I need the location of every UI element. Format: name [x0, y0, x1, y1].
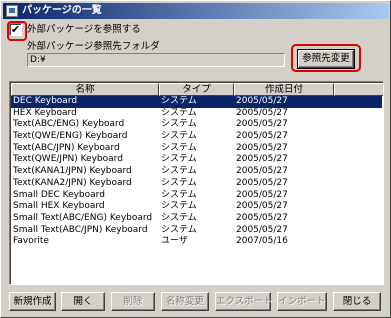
delete-button[interactable]: 削除 — [111, 292, 155, 311]
column-header-date[interactable]: 作成日付 — [234, 83, 334, 96]
list-item[interactable]: Text(KANA1/JPN) Keyboard システム 2005/05/27 — [11, 166, 382, 178]
package-name: Text(QWE/ENG) Keyboard — [13, 131, 128, 142]
highlight-frame-button — [291, 44, 361, 72]
list-rows: DEC Keyboard システム 2005/05/27 HEX Keyboard シス… — [11, 96, 382, 248]
title-bar[interactable]: パッケージの一覧 — [3, 3, 389, 19]
column-header-type[interactable]: タイプ — [159, 83, 234, 96]
window-icon — [6, 5, 18, 17]
list-header: 名称 タイプ 作成日付 — [11, 83, 383, 96]
package-list-dialog: パッケージの一覧 ✔ 外部パッケージを参照する 外部パッケージ参照先フォルダ D… — [0, 0, 391, 318]
list-item[interactable]: Text(QWE/JPN) Keyboard システム 2005/05/27 — [11, 154, 382, 166]
package-date: 2007/05/16 — [236, 236, 288, 247]
list-item[interactable]: Favorite ユーザ 2007/05/16 — [11, 236, 382, 248]
package-name: Small DEC Keyboard — [13, 189, 105, 200]
package-name: Text(KANA1/JPN) Keyboard — [13, 166, 132, 177]
package-type: システム — [161, 96, 197, 106]
package-type: システム — [161, 189, 197, 200]
import-button[interactable]: インポート — [277, 292, 327, 311]
package-name: Text(QWE/JPN) Keyboard — [13, 154, 123, 165]
window-title: パッケージの一覧 — [22, 5, 102, 16]
package-list[interactable]: 名称 タイプ 作成日付 DEC Keyboard システム 2005/05/27 HE… — [9, 81, 384, 285]
highlight-frame-checkbox — [7, 21, 27, 41]
package-date: 2005/05/27 — [236, 224, 288, 235]
package-date: 2005/05/27 — [236, 166, 288, 177]
list-item[interactable]: Text(QWE/ENG) Keyboard システム 2005/05/27 — [11, 131, 382, 143]
list-item[interactable]: Text(KANA2/JPN) Keyboard システム 2005/05/27 — [11, 178, 382, 190]
package-type: システム — [161, 142, 197, 153]
package-name: HEX Keyboard — [13, 107, 77, 118]
package-type: システム — [161, 107, 197, 118]
package-type: システム — [161, 177, 197, 188]
package-type: システム — [161, 201, 197, 212]
package-name: Text(ABC/JPN) Keyboard — [13, 142, 120, 153]
export-button[interactable]: エクスポート — [215, 292, 273, 311]
folder-label: 外部パッケージ参照先フォルダ — [27, 41, 160, 52]
package-type: システム — [161, 154, 197, 165]
package-type: システム — [161, 131, 197, 142]
list-item[interactable]: HEX Keyboard システム 2005/05/27 — [11, 108, 382, 120]
package-date: 2005/05/27 — [236, 154, 288, 165]
package-date: 2005/05/27 — [236, 189, 288, 200]
new-button[interactable]: 新規作成 — [9, 292, 56, 311]
package-type: システム — [161, 166, 197, 177]
column-header-filler — [334, 83, 383, 96]
column-header-name[interactable]: 名称 — [11, 83, 159, 96]
package-date: 2005/05/27 — [236, 212, 288, 223]
list-item[interactable]: Small Text(ABC/JPN) Keyboard システム 2005/05/… — [11, 225, 382, 237]
package-type: ユーザ — [161, 236, 188, 247]
list-item[interactable]: DEC Keyboard システム 2005/05/27 — [11, 96, 382, 108]
external-package-checkbox-label[interactable]: 外部パッケージを参照する — [27, 23, 141, 37]
list-item[interactable]: Small HEX Keyboard システム 2005/05/27 — [11, 201, 382, 213]
package-date: 2005/05/27 — [236, 177, 288, 188]
package-type: システム — [161, 119, 197, 130]
package-name: Favorite — [13, 236, 49, 247]
package-name: Small HEX Keyboard — [13, 201, 105, 212]
package-date: 2005/05/27 — [236, 142, 288, 153]
list-item[interactable]: Text(ABC/JPN) Keyboard システム 2005/05/27 — [11, 143, 382, 155]
list-item[interactable]: Small Text(ABC/ENG) Keyboard システム 2005/05/… — [11, 213, 382, 225]
package-type: システム — [161, 224, 197, 235]
package-type: システム — [161, 212, 197, 223]
package-name: DEC Keyboard — [13, 96, 78, 106]
package-name: Text(ABC/ENG) Keyboard — [13, 119, 125, 130]
close-button[interactable]: 閉じる — [333, 292, 381, 311]
package-date: 2005/05/27 — [236, 201, 288, 212]
package-date: 2005/05/27 — [236, 107, 288, 118]
package-name: Small Text(ABC/ENG) Keyboard — [13, 212, 153, 223]
package-name: Text(KANA2/JPN) Keyboard — [13, 177, 132, 188]
package-date: 2005/05/27 — [236, 96, 288, 106]
package-date: 2005/05/27 — [236, 131, 288, 142]
package-date: 2005/05/27 — [236, 119, 288, 130]
rename-button[interactable]: 名称変更 — [161, 292, 209, 311]
list-item[interactable]: Text(ABC/ENG) Keyboard システム 2005/05/27 — [11, 119, 382, 131]
list-item[interactable]: Small DEC Keyboard システム 2005/05/27 — [11, 190, 382, 202]
folder-path-field: D:¥ — [27, 53, 285, 67]
open-button[interactable]: 開く — [61, 292, 105, 311]
package-name: Small Text(ABC/JPN) Keyboard — [13, 224, 148, 235]
